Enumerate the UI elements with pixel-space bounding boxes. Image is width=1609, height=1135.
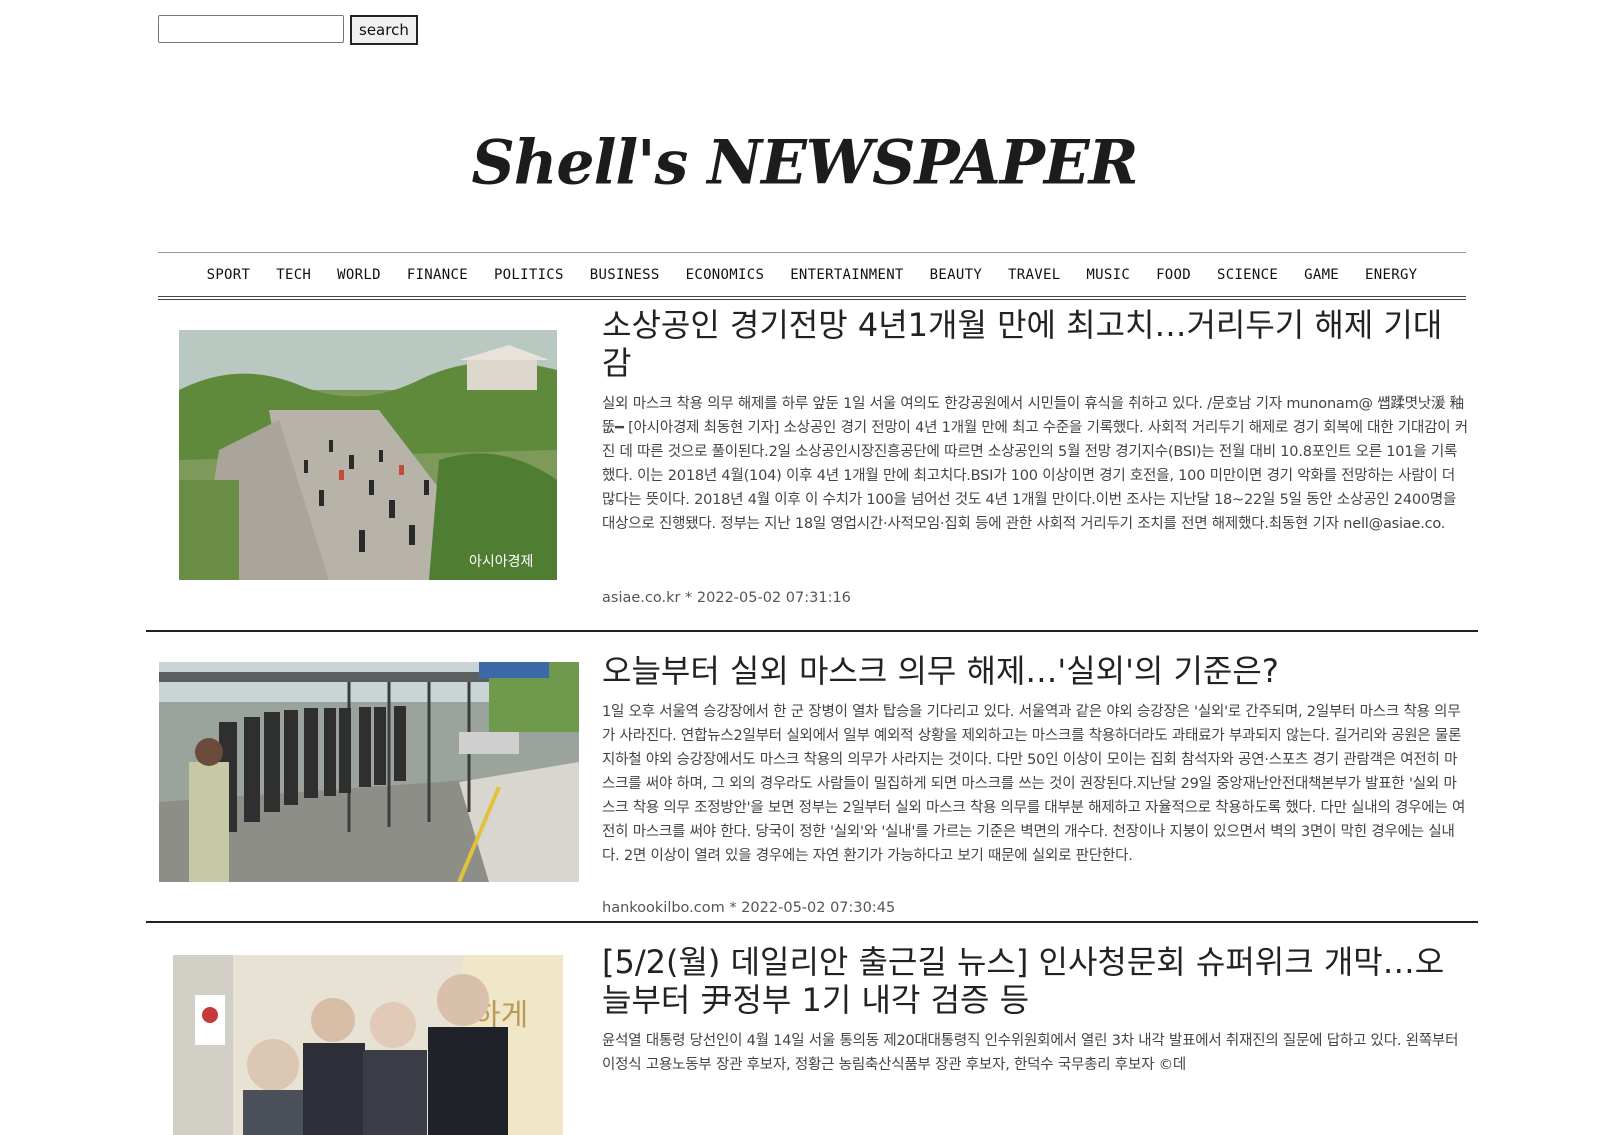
search-button[interactable]: search xyxy=(350,15,418,45)
article-summary: 윤석열 대통령 당선인이 4월 14일 서울 통의동 제20대대통령직 인수위원… xyxy=(602,1033,1459,1073)
nav-item-beauty[interactable]: BEAUTY xyxy=(917,267,995,283)
article-thumbnail[interactable] xyxy=(159,662,579,882)
search-bar: search xyxy=(158,15,418,45)
article-card: 아시아경제 소상공인 경기전망 4년1개월 만에 최고치…거리두기 해제 기대감… xyxy=(146,306,1478,632)
nav-item-food[interactable]: FOOD xyxy=(1143,267,1204,283)
press-photo: 하게 xyxy=(173,955,563,1135)
nav-item-world[interactable]: WORLD xyxy=(324,267,394,283)
article-content: [5/2(월) 데일리안 출근길 뉴스] 인사청문회 슈퍼위크 개막…오늘부터 … xyxy=(602,943,1468,1077)
park-photo: 아시아경제 xyxy=(179,330,557,580)
article-summary: 실외 마스크 착용 의무 해제를 하루 앞둔 1일 서울 여의도 한강공원에서 … xyxy=(602,396,1468,532)
nav-item-politics[interactable]: POLITICS xyxy=(481,267,577,283)
nav-item-economics[interactable]: ECONOMICS xyxy=(673,267,778,283)
nav-item-music[interactable]: MUSIC xyxy=(1073,267,1143,283)
article-summary: 1일 오후 서울역 승강장에서 한 군 장병이 열차 탑승을 기다리고 있다. … xyxy=(602,704,1466,864)
search-input[interactable] xyxy=(158,15,344,43)
article-title[interactable]: 소상공인 경기전망 4년1개월 만에 최고치…거리두기 해제 기대감 xyxy=(602,306,1468,382)
nav-item-business[interactable]: BUSINESS xyxy=(577,267,673,283)
masthead-logo[interactable]: Shell's NEWSPAPER xyxy=(0,127,1609,198)
station-photo xyxy=(159,662,579,882)
article-thumbnail[interactable]: 아시아경제 xyxy=(179,330,557,580)
nav-item-science[interactable]: SCIENCE xyxy=(1204,267,1291,283)
nav-item-finance[interactable]: FINANCE xyxy=(394,267,481,283)
article-card: 오늘부터 실외 마스크 의무 해제…'실외'의 기준은? 1일 오후 서울역 승… xyxy=(146,632,1478,923)
nav-item-entertainment[interactable]: ENTERTAINMENT xyxy=(777,267,916,283)
article-title[interactable]: [5/2(월) 데일리안 출근길 뉴스] 인사청문회 슈퍼위크 개막…오늘부터 … xyxy=(602,943,1468,1019)
category-nav: SPORT TECH WORLD FINANCE POLITICS BUSINE… xyxy=(158,252,1466,300)
article-content: 오늘부터 실외 마스크 의무 해제…'실외'의 기준은? 1일 오후 서울역 승… xyxy=(602,652,1468,868)
nav-item-game[interactable]: GAME xyxy=(1291,267,1352,283)
article-thumbnail[interactable]: 하게 xyxy=(173,955,563,1135)
image-watermark: 아시아경제 xyxy=(469,554,533,570)
article-card: 하게 [5/2(월) 데일리안 출근길 뉴스] 인사청문회 슈퍼위크 개막…오늘… xyxy=(146,923,1478,1135)
article-meta: asiae.co.kr * 2022-05-02 07:31:16 xyxy=(602,590,851,606)
nav-item-sport[interactable]: SPORT xyxy=(194,267,264,283)
nav-item-tech[interactable]: TECH xyxy=(263,267,324,283)
article-list: 아시아경제 소상공인 경기전망 4년1개월 만에 최고치…거리두기 해제 기대감… xyxy=(146,306,1478,1135)
nav-item-travel[interactable]: TRAVEL xyxy=(995,267,1073,283)
article-content: 소상공인 경기전망 4년1개월 만에 최고치…거리두기 해제 기대감 실외 마스… xyxy=(602,306,1468,536)
nav-item-energy[interactable]: ENERGY xyxy=(1352,267,1430,283)
article-meta: hankookilbo.com * 2022-05-02 07:30:45 xyxy=(602,900,896,916)
article-title[interactable]: 오늘부터 실외 마스크 의무 해제…'실외'의 기준은? xyxy=(602,652,1468,690)
